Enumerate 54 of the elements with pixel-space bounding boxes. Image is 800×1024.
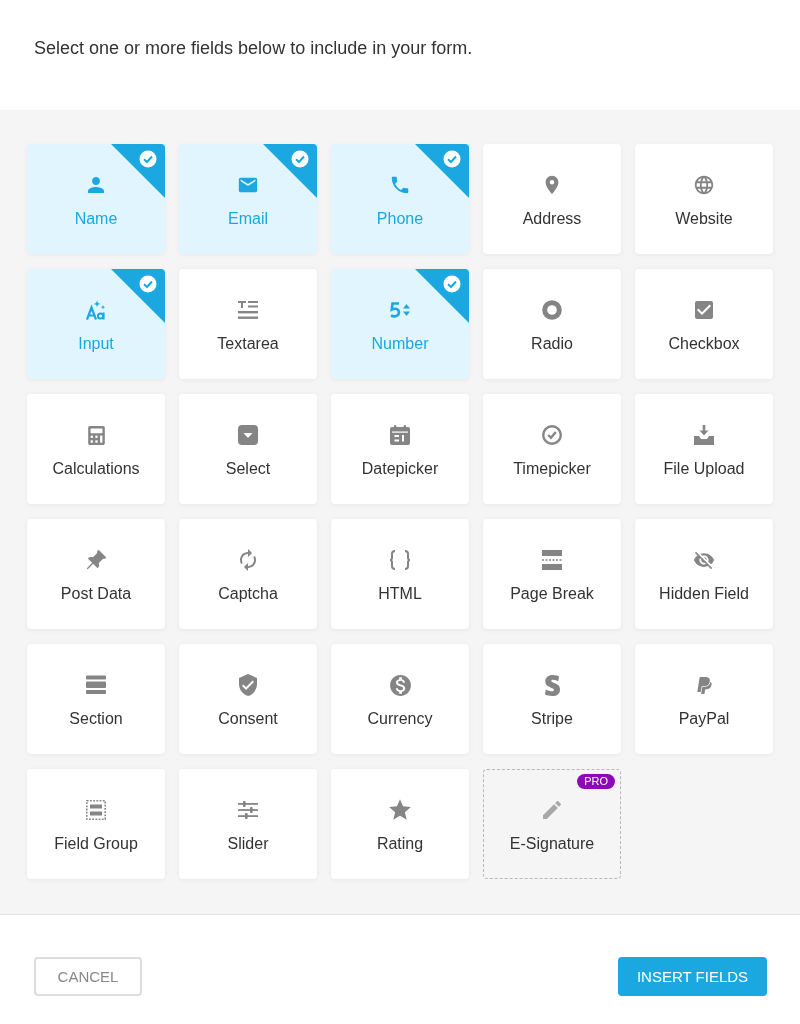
check-corner-icon [415,144,469,198]
pushpin-icon [85,549,107,571]
field-tile[interactable]: Select [179,394,317,504]
check-corner-icon [263,144,317,198]
field-tile[interactable]: Consent [179,644,317,754]
phone-icon [389,174,411,196]
field-tile[interactable]: Slider [179,769,317,879]
field-tile[interactable]: PayPal [635,644,773,754]
calendar-icon [390,425,410,445]
field-tile[interactable]: Stripe [483,644,621,754]
field-tile[interactable]: Website [635,144,773,254]
cancel-button[interactable]: CANCEL [34,957,142,996]
braces-icon [389,550,411,570]
star-icon [387,797,413,823]
calculator-icon [86,425,106,445]
field-tile[interactable]: Currency [331,644,469,754]
field-tile[interactable]: Hidden Field [635,519,773,629]
download-tray-icon [694,425,714,445]
field-tile[interactable]: Checkbox [635,269,773,379]
radio-ring-icon [542,300,562,320]
checkbox-icon [692,298,716,322]
field-tile[interactable]: File Upload [635,394,773,504]
check-corner-icon [111,269,165,323]
clock-icon [542,425,562,445]
field-tile[interactable]: Calculations [27,394,165,504]
field-tile[interactable]: Page Break [483,519,621,629]
field-tile[interactable]: Radio [483,269,621,379]
dropdown-icon [238,425,258,445]
field-tile[interactable]: Post Data [27,519,165,629]
field-tile[interactable]: Captcha [179,519,317,629]
number-stepper-icon [389,302,411,318]
check-corner-icon [111,144,165,198]
paypal-logo-icon [694,675,714,695]
field-group-icon [86,800,106,820]
field-tile[interactable]: Timepicker [483,394,621,504]
globe-icon [693,174,715,196]
field-tile[interactable]: Field Group [27,769,165,879]
field-tile[interactable]: Section [27,644,165,754]
shield-check-icon [236,673,260,697]
field-tile[interactable]: Address [483,144,621,254]
field-tile[interactable]: Textarea [179,269,317,379]
field-tile[interactable]: Datepicker [331,394,469,504]
pro-badge: PRO [577,774,615,789]
page-break-icon [542,550,562,570]
sliders-icon [238,800,258,820]
instruction-text: Select one or more fields below to include in your form. [34,37,474,60]
dollar-coin-icon [387,672,413,698]
eye-slash-icon [693,549,715,571]
text-lines-icon [238,300,258,320]
section-icon [86,675,106,695]
letters-sparkle-icon [86,300,106,320]
field-tile[interactable]: Rating [331,769,469,879]
check-corner-icon [415,269,469,323]
field-tile[interactable]: HTML [331,519,469,629]
